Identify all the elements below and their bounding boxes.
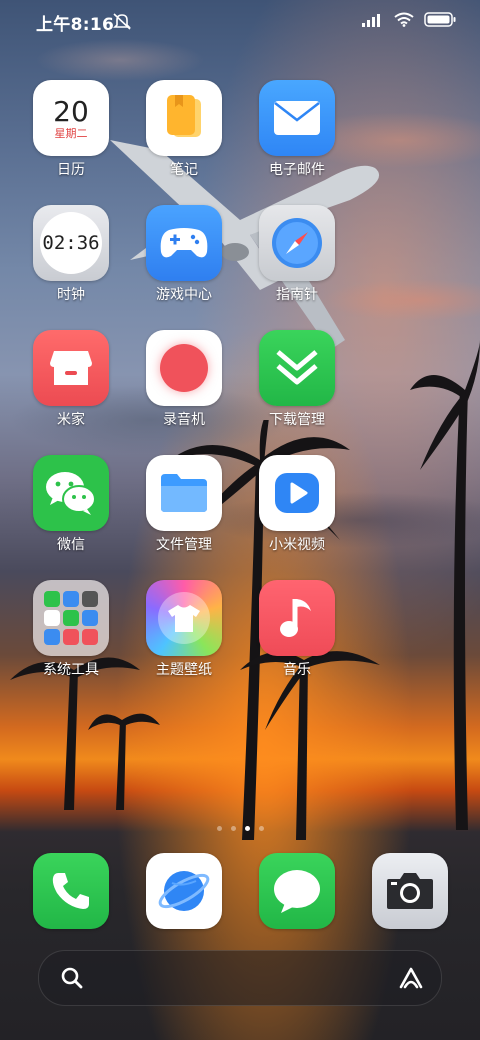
app-recorder[interactable]: 录音机 [134, 330, 234, 429]
dock-browser[interactable] [134, 853, 234, 929]
battery-icon [424, 12, 456, 27]
wallpaper-palm [410, 340, 480, 830]
app-label: 笔记 [170, 162, 198, 178]
app-label: 录音机 [163, 412, 205, 428]
assistant-icon[interactable] [397, 965, 425, 991]
app-downloads[interactable]: 下载管理 [247, 330, 347, 429]
alarm-off-icon [113, 13, 131, 30]
wechat-icon [33, 455, 109, 531]
video-play-icon [259, 455, 335, 531]
dock-phone[interactable] [21, 853, 121, 929]
dock-camera[interactable] [360, 853, 460, 929]
folder-grid-icon [33, 580, 109, 656]
camera-icon [372, 853, 448, 929]
app-music[interactable]: 音乐 [247, 580, 347, 679]
wifi-icon [394, 12, 414, 27]
music-note-icon [259, 580, 335, 656]
download-icon [259, 330, 335, 406]
status-time: 上午8:16 [36, 15, 115, 35]
tshirt-icon [146, 580, 222, 656]
app-label: 小米视频 [269, 537, 325, 553]
folder-icon [146, 455, 222, 531]
app-themes[interactable]: 主题壁纸 [134, 580, 234, 679]
calendar-weekday: 星期二 [54, 127, 88, 140]
clock-time: 02:36 [40, 212, 102, 274]
page-dot[interactable] [230, 826, 236, 831]
app-email[interactable]: 电子邮件 [247, 80, 347, 179]
folder-system-tools[interactable]: 系统工具 [21, 580, 121, 679]
page-dot[interactable] [216, 826, 222, 831]
dock-messages[interactable] [247, 853, 347, 929]
app-notes[interactable]: 笔记 [134, 80, 234, 179]
app-game-center[interactable]: 游戏中心 [134, 205, 234, 304]
notes-icon [146, 80, 222, 156]
app-calendar[interactable]: 20 星期二 日历 [21, 80, 121, 179]
app-label: 主题壁纸 [156, 662, 212, 678]
app-label: 游戏中心 [156, 287, 212, 303]
signal-icon [362, 13, 380, 27]
record-icon [146, 330, 222, 406]
compass-icon [259, 205, 335, 281]
calendar-day: 20 [53, 95, 89, 128]
page-indicator[interactable] [0, 826, 480, 831]
app-label: 指南针 [276, 287, 318, 303]
app-label: 系统工具 [43, 662, 99, 678]
mijia-icon [33, 330, 109, 406]
app-label: 电子邮件 [269, 162, 325, 178]
app-wechat[interactable]: 微信 [21, 455, 121, 554]
app-label: 文件管理 [156, 537, 212, 553]
gamepad-icon [146, 205, 222, 281]
app-label: 日历 [57, 162, 85, 178]
app-label: 时钟 [57, 287, 85, 303]
messages-icon [259, 853, 335, 929]
calendar-icon: 20 星期二 [33, 80, 109, 156]
app-compass[interactable]: 指南针 [247, 205, 347, 304]
app-label: 微信 [57, 537, 85, 553]
search-bar[interactable] [38, 950, 442, 1006]
status-bar: 上午8:16 [0, 0, 480, 42]
app-label: 音乐 [283, 662, 311, 678]
app-label: 下载管理 [269, 412, 325, 428]
app-mijia[interactable]: 米家 [21, 330, 121, 429]
clock-icon: 02:36 [33, 205, 109, 281]
search-icon[interactable] [61, 967, 83, 989]
app-clock[interactable]: 02:36 时钟 [21, 205, 121, 304]
page-dot[interactable] [258, 826, 264, 831]
mail-icon [259, 80, 335, 156]
browser-icon [146, 853, 222, 929]
app-label: 米家 [57, 412, 85, 428]
page-dot-active[interactable] [244, 826, 250, 831]
phone-icon [33, 853, 109, 929]
app-mi-video[interactable]: 小米视频 [247, 455, 347, 554]
app-file-manager[interactable]: 文件管理 [134, 455, 234, 554]
